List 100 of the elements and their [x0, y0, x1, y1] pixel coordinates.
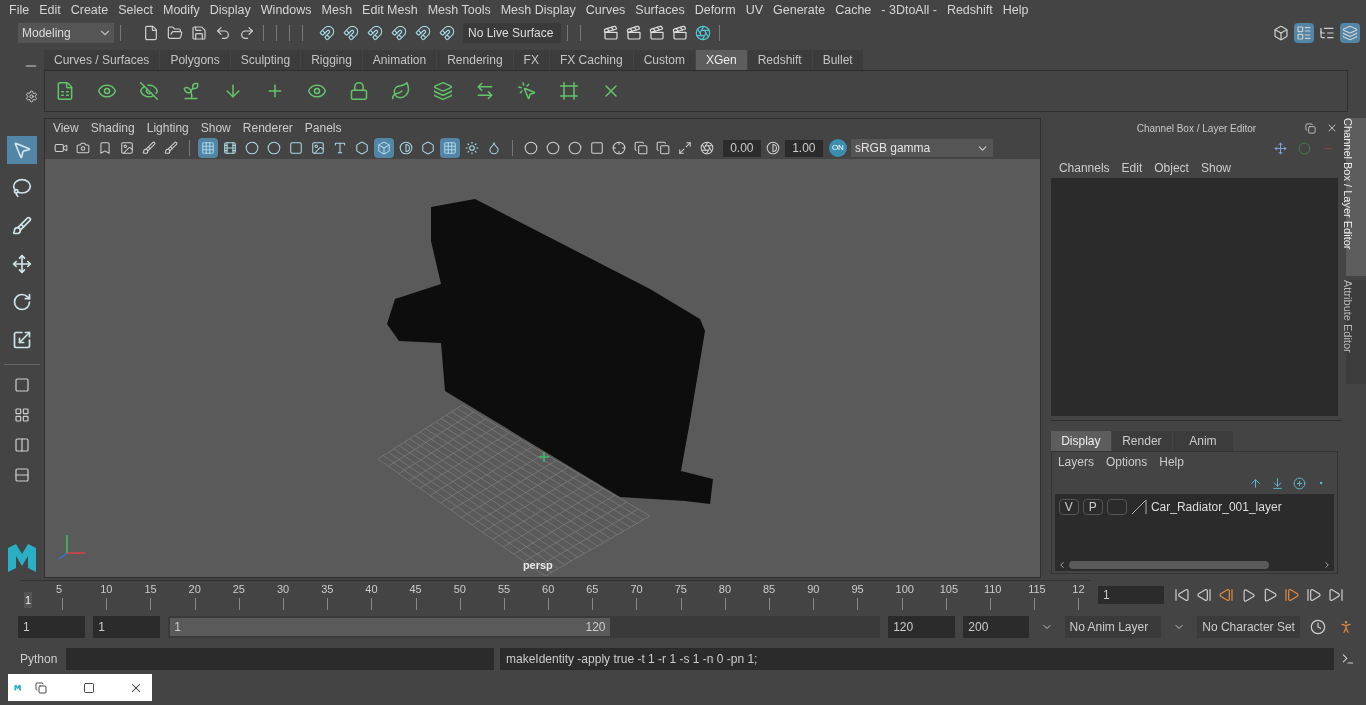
menu-item[interactable]: Create	[65, 0, 114, 20]
shelf-tab[interactable]: Polygons	[160, 50, 230, 70]
frame-tick-label: 50	[453, 582, 466, 597]
lock-icon[interactable]	[349, 81, 369, 101]
frame-tick-label: 40	[365, 582, 378, 597]
menu-item[interactable]: Display	[204, 0, 256, 20]
hidden-eye-icon[interactable]	[139, 81, 159, 101]
menu-item[interactable]: Edit	[34, 0, 66, 20]
render-settings-icon[interactable]	[670, 23, 690, 43]
shelf-tab[interactable]: Rigging	[301, 50, 362, 70]
visibility-toggle[interactable]: V	[1058, 499, 1079, 515]
menu-item[interactable]: Surfaces	[630, 0, 690, 20]
channel-menu[interactable]: Object	[1150, 159, 1193, 177]
grid-icon[interactable]	[197, 138, 218, 158]
save-icon[interactable]	[189, 23, 209, 43]
menu-item[interactable]: Edit Mesh	[357, 0, 423, 20]
menu-item[interactable]: File	[4, 0, 35, 20]
character-set-dropdown[interactable]: No Character Set	[1197, 616, 1300, 638]
live-surface-field[interactable]: No Live Surface	[463, 23, 561, 43]
playback-start-field[interactable]: 1	[93, 616, 161, 638]
playback-toggle[interactable]: P	[1082, 499, 1103, 515]
range-slider-fill[interactable]: 1 120	[170, 618, 610, 636]
viewport-menu[interactable]: Show	[194, 119, 237, 137]
menu-item[interactable]: Cache	[830, 0, 877, 20]
shelf-tab[interactable]: Redshift	[747, 50, 812, 70]
command-input-field[interactable]	[66, 648, 494, 670]
layer-name[interactable]: Car_Radiator_001_layer	[1150, 498, 1282, 516]
render-view-icon[interactable]	[601, 23, 621, 43]
anim-layer-dropdown[interactable]: No Anim Layer	[1064, 616, 1162, 638]
frame-tick-label: 90	[807, 582, 820, 597]
layer-color-icon[interactable]	[1130, 499, 1147, 515]
shelf-tab[interactable]: Custom	[633, 50, 695, 70]
layer-tab[interactable]: Render	[1111, 431, 1172, 451]
render-icon[interactable]	[624, 23, 644, 43]
menu-item[interactable]: Modify	[158, 0, 205, 20]
shelf-tab[interactable]: Rendering	[437, 50, 513, 70]
layer-menu[interactable]: Options	[1101, 453, 1152, 471]
layer-menu[interactable]: Help	[1155, 453, 1188, 471]
command-language-label[interactable]: Python	[20, 650, 62, 668]
spreadsheet-icon[interactable]	[55, 81, 75, 101]
scroll-right-icon[interactable]	[1322, 560, 1332, 570]
ipr-render-icon[interactable]	[647, 23, 667, 43]
shaded-cube-icon[interactable]	[373, 138, 394, 158]
color-management-toggle[interactable]: ON	[828, 139, 847, 157]
playback-end-field[interactable]: 120	[888, 616, 956, 638]
shelf-tab[interactable]: Bullet	[812, 50, 863, 70]
magnet-icon[interactable]	[437, 23, 457, 43]
range-slider[interactable]: 1 120	[168, 616, 881, 638]
shelf-tab[interactable]: Curves / Surfaces	[44, 50, 160, 70]
frame-tick-label: 10	[100, 582, 113, 597]
shelf-tab[interactable]: Sculpting	[230, 50, 301, 70]
menu-item[interactable]: Mesh Display	[495, 0, 581, 20]
channel-menu[interactable]: Channels	[1054, 159, 1114, 177]
viewport-menu[interactable]: Shading	[84, 119, 141, 137]
menu-item[interactable]: Curves	[580, 0, 631, 20]
layers-icon[interactable]	[1340, 23, 1360, 43]
menu-item[interactable]: Redshift	[941, 0, 998, 20]
channel-menu[interactable]: Show	[1196, 159, 1235, 177]
layer-tab[interactable]: Anim	[1172, 431, 1233, 451]
menu-item[interactable]: Mesh Tools	[422, 0, 496, 20]
layer-tab[interactable]: Display	[1050, 431, 1111, 451]
viewport-menu[interactable]: Renderer	[236, 119, 299, 137]
arrow-cursor-icon[interactable]	[6, 136, 37, 164]
horizontal-scrollbar[interactable]	[1068, 561, 1269, 569]
frame-tick-label: 85	[763, 582, 776, 597]
shelf-tab[interactable]: FX	[513, 50, 549, 70]
viewport-menu[interactable]: Lighting	[140, 119, 195, 137]
shelf-tab[interactable]: FX Caching	[549, 50, 633, 70]
current-frame-field[interactable]: 1	[1098, 586, 1164, 604]
channel-menu[interactable]: Edit	[1117, 159, 1147, 177]
menu-item[interactable]: Mesh	[316, 0, 358, 20]
shelf-tab[interactable]: XGen	[695, 50, 747, 70]
frame-tick-label: 5	[56, 582, 63, 597]
viewport-menu[interactable]: View	[46, 119, 85, 137]
time-slider[interactable]: 1 5 10 15 20 25 30 35 40 45 50 55 60 65 70 75 80 85 90 95 100 105 110 115 12	[20, 580, 1090, 610]
attribute-panel-icon[interactable]	[1294, 23, 1314, 43]
stacked-planes-icon[interactable]	[433, 81, 453, 101]
start-frame-field[interactable]: 1	[18, 616, 86, 638]
shelf-tab[interactable]: Animation	[362, 50, 437, 70]
side-tab[interactable]: Attribute Editor	[1346, 280, 1366, 384]
layer-type-toggle[interactable]	[1106, 499, 1127, 515]
menu-item[interactable]: Generate	[768, 0, 831, 20]
checker-icon[interactable]	[439, 138, 460, 158]
menu-item[interactable]: Windows	[255, 0, 317, 20]
mode-dropdown[interactable]: Modeling	[18, 23, 114, 43]
menu-item[interactable]: UV	[740, 0, 769, 20]
menu-item[interactable]: Help	[997, 0, 1034, 20]
current-frame-marker[interactable]: 1	[24, 591, 33, 608]
exposure-field[interactable]: 0.00	[722, 139, 761, 157]
frame-icon[interactable]	[559, 81, 579, 101]
end-frame-field[interactable]: 200	[963, 616, 1029, 638]
layer-menu[interactable]: Layers	[1053, 453, 1098, 471]
color-space-dropdown[interactable]: sRGB gamma	[850, 139, 993, 157]
menu-item[interactable]: Deform	[689, 0, 741, 20]
frame-tick-label: 80	[718, 582, 732, 597]
menu-item[interactable]: - 3DtoAll -	[876, 0, 942, 20]
menu-item[interactable]: Select	[113, 0, 158, 20]
eye-icon[interactable]	[97, 81, 117, 101]
viewport-menu[interactable]: Panels	[298, 119, 348, 137]
gamma-field[interactable]: 1.00	[784, 139, 823, 157]
